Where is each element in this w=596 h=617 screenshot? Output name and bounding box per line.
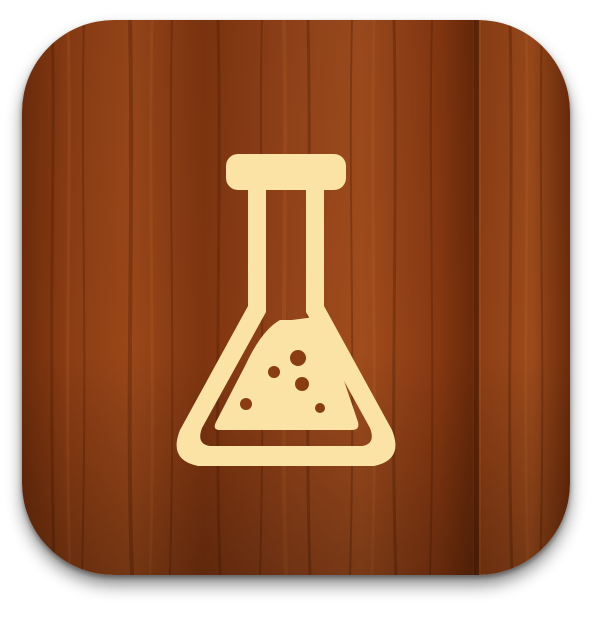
app-icon-canvas [0, 0, 596, 617]
wood-background [22, 20, 570, 575]
app-icon-tile[interactable] [22, 20, 570, 575]
